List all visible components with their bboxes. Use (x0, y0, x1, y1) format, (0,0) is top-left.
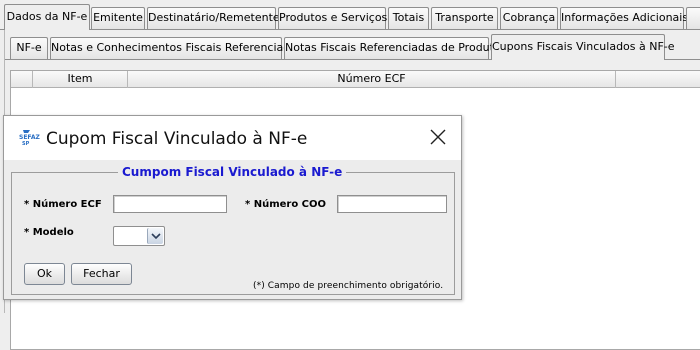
subtab-cupons-fiscais-vinculados[interactable]: Cupons Fiscais Vinculados à NF-e (491, 34, 675, 60)
tab-label: Produtos e Serviços (279, 11, 388, 24)
numero-ecf-input[interactable] (113, 195, 227, 213)
tab-label: Dados da NF-e (6, 10, 88, 23)
tab-overflow[interactable] (686, 7, 700, 29)
sefaz-logo-icon: SEFAZ SP (19, 130, 40, 147)
tab-totais[interactable]: Totais (388, 7, 429, 29)
tab-destinatario-remetente[interactable]: Destinatário/Remetente (147, 7, 280, 29)
tab-informacoes-adicionais[interactable]: Informações Adicionais (560, 7, 688, 29)
tab-label: Emitente (93, 11, 143, 24)
chevron-down-icon (151, 233, 161, 240)
section-title: Cumpom Fiscal Vinculado à NF-e (118, 164, 347, 180)
column-header-numero-ecf[interactable]: Número ECF (128, 71, 616, 88)
column-header-item[interactable]: Item (33, 71, 128, 88)
dialog-title: Cupom Fiscal Vinculado à NF-e (46, 129, 308, 149)
column-header-label: Item (67, 72, 93, 85)
tab-emitente[interactable]: Emitente (91, 7, 145, 29)
subtab-label: NF-e (16, 41, 42, 54)
modelo-select[interactable] (113, 226, 165, 246)
required-footnote: (*) Campo de preenchimento obrigatório. (253, 281, 444, 291)
main-tab-strip: Dados da NF-e Emitente Destinatário/Reme… (0, 0, 700, 30)
table-header: Item Número ECF (11, 71, 700, 88)
tab-dados-da-nfe[interactable]: Dados da NF-e (4, 4, 90, 30)
tab-label: Transporte (435, 11, 494, 24)
column-header-extra[interactable] (616, 71, 700, 88)
tab-transporte[interactable]: Transporte (431, 7, 498, 29)
numero-coo-label: * Número COO (245, 199, 327, 210)
subtab-notas-conhecimentos-referenciados[interactable]: Notas e Conhecimentos Fiscais Referencia… (50, 37, 303, 59)
fechar-button[interactable]: Fechar (71, 263, 132, 285)
cupom-fieldset: Cumpom Fiscal Vinculado à NF-e * Número … (11, 164, 455, 295)
numero-coo-input[interactable] (337, 195, 447, 213)
sub-tab-strip: NF-e Notas e Conhecimentos Fiscais Refer… (5, 30, 700, 60)
cupom-fiscal-dialog: SEFAZ SP Cupom Fiscal Vinculado à NF-e C… (3, 115, 462, 300)
svg-text:SP: SP (22, 141, 30, 147)
tab-label: Informações Adicionais (561, 11, 689, 24)
tab-label: Totais (392, 11, 425, 24)
close-icon[interactable] (427, 126, 449, 148)
subtab-notas-produtor-referenciadas[interactable]: Notas Fiscais Referenciadas de Produtor (284, 37, 505, 59)
numero-ecf-label: * Número ECF (24, 199, 102, 210)
tab-label: Cobrança (502, 11, 556, 24)
subtab-nfe[interactable]: NF-e (10, 37, 48, 59)
subtab-label: Notas Fiscais Referenciadas de Produtor (285, 41, 506, 54)
tab-cobranca[interactable]: Cobrança (500, 7, 558, 29)
modelo-dropdown-button[interactable] (147, 228, 163, 244)
column-header-label: Número ECF (337, 72, 406, 85)
subtab-label: Notas e Conhecimentos Fiscais Referencia… (51, 41, 303, 54)
modelo-label: * Modelo (24, 227, 74, 238)
tab-produtos-e-servicos[interactable]: Produtos e Serviços (278, 7, 388, 29)
ok-button[interactable]: Ok (24, 263, 65, 285)
row-number-header (11, 71, 33, 88)
dialog-body: Cumpom Fiscal Vinculado à NF-e * Número … (4, 160, 461, 299)
dialog-titlebar[interactable]: SEFAZ SP Cupom Fiscal Vinculado à NF-e (4, 116, 461, 160)
svg-text:SEFAZ: SEFAZ (19, 134, 40, 141)
tab-label: Destinatário/Remetente (148, 11, 280, 24)
subtab-label: Cupons Fiscais Vinculados à NF-e (492, 40, 675, 53)
